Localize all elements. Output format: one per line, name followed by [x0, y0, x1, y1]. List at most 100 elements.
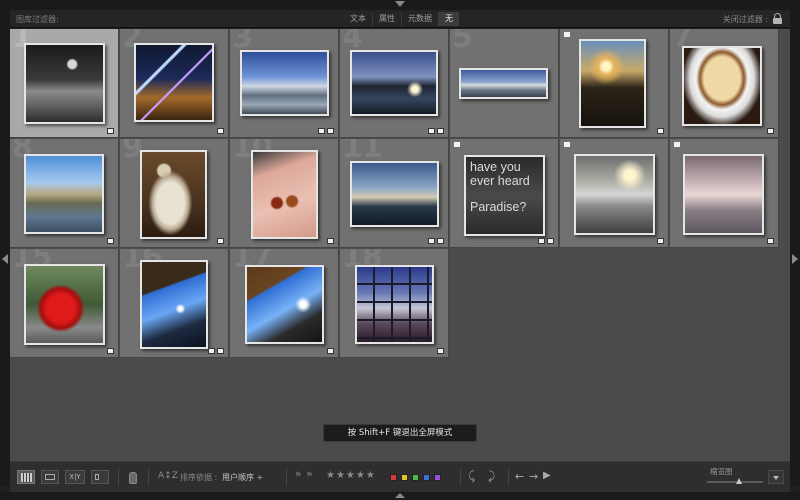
metadata-badge-icon[interactable] [107, 348, 114, 354]
painter-tool[interactable] [128, 468, 138, 486]
sort-direction-button[interactable]: A↕Z [158, 471, 178, 481]
color-label-purple[interactable] [434, 474, 441, 481]
photo-thumbnail[interactable] [459, 68, 548, 99]
metadata-badge-icon[interactable] [327, 348, 334, 354]
grid-cell-1[interactable]: 1 [10, 29, 119, 138]
photo-thumbnail[interactable] [140, 150, 207, 239]
metadata-badge-icon[interactable] [538, 238, 545, 244]
loupe-view-button[interactable] [41, 470, 59, 484]
grid-cell-13[interactable] [560, 139, 669, 248]
metadata-badge-icon[interactable] [217, 348, 224, 354]
compare-view-button[interactable]: X|Y [65, 470, 85, 484]
grid-cell-8[interactable]: 8 [10, 139, 119, 248]
lock-icon[interactable] [773, 13, 782, 24]
metadata-badge-icon[interactable] [767, 238, 774, 244]
grid-cell-3[interactable]: 3 [230, 29, 339, 138]
photo-thumbnail[interactable] [251, 150, 318, 239]
metadata-badge-icon[interactable] [217, 128, 224, 134]
flag-icon[interactable] [674, 142, 680, 147]
photo-thumbnail[interactable] [350, 161, 439, 227]
metadata-badge-icon[interactable] [437, 238, 444, 244]
metadata-badge-icon[interactable] [767, 128, 774, 134]
metadata-badge-icon[interactable] [547, 238, 554, 244]
photo-thumbnail[interactable] [24, 43, 105, 124]
tab-none[interactable]: 无 [438, 12, 459, 26]
next-photo-icon[interactable]: → [529, 470, 538, 483]
flag-icon[interactable] [564, 32, 570, 37]
metadata-badge-icon[interactable] [208, 348, 215, 354]
metadata-badge-icon[interactable] [107, 128, 114, 134]
metadata-badge-icon[interactable] [217, 238, 224, 244]
photo-thumbnail[interactable] [134, 43, 214, 122]
metadata-badge-icon[interactable] [428, 238, 435, 244]
sort-order-select[interactable]: 用户顺序 ÷ [222, 472, 263, 483]
grid-cell-12[interactable]: have you ever heard Paradise? [450, 139, 559, 248]
photo-thumbnail[interactable] [355, 265, 434, 344]
photo-thumbnail[interactable] [140, 260, 208, 349]
slider-handle[interactable] [736, 478, 743, 484]
metadata-badge-icon[interactable] [318, 128, 325, 134]
metadata-badge-icon[interactable] [428, 128, 435, 134]
grid-cell-6[interactable] [560, 29, 669, 138]
photo-thumbnail[interactable] [24, 154, 104, 234]
right-panel-toggle[interactable] [790, 10, 800, 486]
survey-view-button[interactable] [91, 470, 109, 484]
photo-thumbnail[interactable] [350, 50, 438, 116]
tab-text[interactable]: 文本 [344, 12, 372, 26]
metadata-badge-icon[interactable] [437, 348, 444, 354]
photo-thumbnail[interactable] [682, 46, 762, 126]
photo-thumbnail[interactable]: have you ever heard Paradise? [464, 155, 545, 236]
metadata-badge-icon[interactable] [327, 128, 334, 134]
metadata-badge-icon[interactable] [437, 128, 444, 134]
grid-view-button[interactable] [17, 470, 35, 484]
flag-icon[interactable] [564, 142, 570, 147]
left-panel-toggle[interactable] [0, 10, 10, 486]
metadata-badge-icon[interactable] [657, 128, 664, 134]
grid-cell-5[interactable]: 5 [450, 29, 559, 138]
photo-thumbnail[interactable] [240, 50, 329, 116]
metadata-badge-icon[interactable] [657, 238, 664, 244]
rotate-right-icon[interactable]: ⤸ [488, 469, 495, 484]
close-filters-dropdown[interactable]: 关闭过滤器 : [723, 14, 768, 25]
star-rating[interactable]: ★★★★★ [326, 470, 376, 481]
thumbnail-size-slider[interactable] [707, 478, 763, 484]
grid-cell-16[interactable]: 16 [120, 249, 229, 358]
rotate-left-icon[interactable]: ⤹ [468, 469, 475, 484]
slideshow-play-icon[interactable]: ▶ [543, 470, 551, 481]
photo-thumbnail[interactable] [574, 154, 655, 235]
grid-cell-10[interactable]: 10 [230, 139, 339, 248]
thumbnail-text-line: Paradise? [470, 200, 527, 214]
grid-cell-11[interactable]: 11 [340, 139, 449, 248]
photo-thumbnail[interactable] [24, 264, 105, 345]
divider [460, 468, 461, 486]
grid-cell-2[interactable]: 2 [120, 29, 229, 138]
previous-photo-icon[interactable]: ← [515, 470, 524, 483]
color-label-green[interactable] [412, 474, 419, 481]
flag-filter-icon[interactable]: ⚑⚑ [294, 471, 316, 481]
thumbnail-text-line: have you [470, 160, 521, 174]
grid-cell-7[interactable]: 7 [670, 29, 779, 138]
color-label-blue[interactable] [423, 474, 430, 481]
photo-thumbnail[interactable] [245, 265, 324, 344]
grid-cell-18[interactable]: 18 [340, 249, 449, 358]
grid-cell-4[interactable]: 4 [340, 29, 449, 138]
color-label-yellow[interactable] [401, 474, 408, 481]
survey-icon [95, 474, 99, 480]
flag-icon[interactable] [454, 142, 460, 147]
toolbar-options-menu[interactable] [768, 470, 784, 484]
top-panel-toggle[interactable] [0, 0, 800, 10]
photo-thumbnail[interactable] [683, 154, 764, 235]
metadata-badge-icon[interactable] [327, 238, 334, 244]
tab-attribute[interactable]: 属性 [372, 12, 401, 26]
bottom-panel-toggle[interactable] [0, 492, 800, 500]
filter-bar-title: 图库过滤器: [16, 15, 59, 24]
grid-cell-17[interactable]: 17 [230, 249, 339, 358]
thumbnail-text-line: ever heard [470, 174, 530, 188]
metadata-badge-icon[interactable] [107, 238, 114, 244]
photo-thumbnail[interactable] [579, 39, 646, 128]
grid-cell-9[interactable]: 9 [120, 139, 229, 248]
color-label-red[interactable] [390, 474, 397, 481]
tab-metadata[interactable]: 元数据 [401, 12, 438, 26]
grid-cell-15[interactable]: 15 [10, 249, 119, 358]
grid-cell-14[interactable] [670, 139, 779, 248]
